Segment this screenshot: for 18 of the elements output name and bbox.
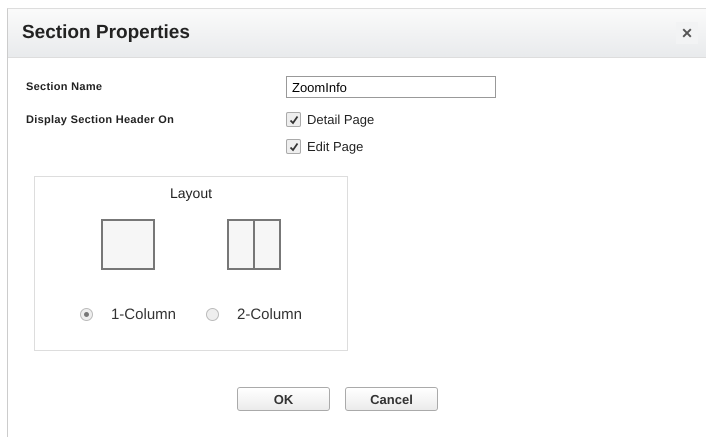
cancel-button[interactable]: Cancel	[345, 387, 438, 411]
one-column-icon	[100, 219, 155, 270]
checkbox-label: Edit Page	[307, 139, 364, 154]
ok-button[interactable]: OK	[237, 387, 330, 411]
two-column-icon	[227, 219, 282, 270]
section-name-field[interactable]: ZoomInfo	[286, 76, 496, 98]
field-label: Section Name	[26, 81, 104, 93]
layout-title: Layout	[170, 185, 212, 201]
checkbox-label: Detail Page	[307, 112, 374, 127]
checkbox[interactable]	[286, 112, 301, 127]
radio-label: 1-Column	[110, 306, 176, 323]
checkbox[interactable]	[286, 139, 301, 154]
dialog-title: Section Properties	[22, 22, 190, 44]
close-button[interactable]: ×	[676, 22, 698, 44]
radio-button[interactable]	[80, 308, 93, 321]
radio-label: 2-Column	[237, 306, 302, 323]
radio-button[interactable]	[206, 308, 219, 321]
field-label: Display Section Header On	[26, 114, 176, 126]
